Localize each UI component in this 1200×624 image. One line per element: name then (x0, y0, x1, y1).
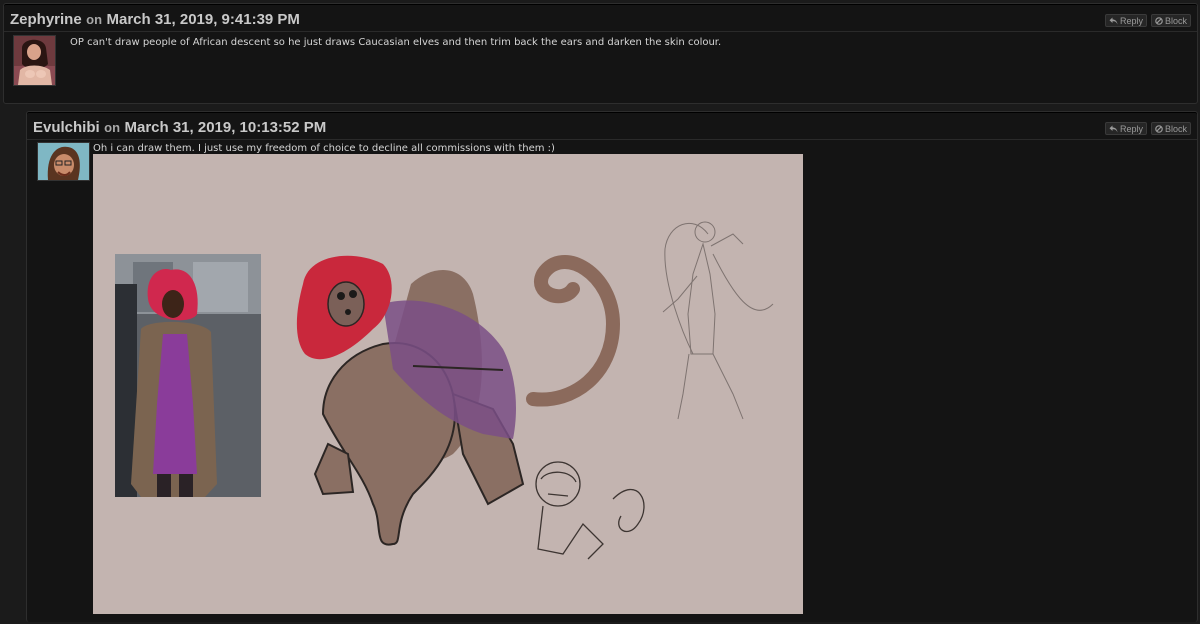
avatar[interactable] (37, 142, 90, 181)
block-circle-icon (1155, 124, 1163, 133)
reply-arrow-icon (1109, 17, 1118, 24)
post-meta: Zephyrine on March 31, 2019, 9:41:39 PM (10, 11, 300, 29)
post-zephyrine: Zephyrine on March 31, 2019, 9:41:39 PM … (3, 3, 1198, 104)
post-header: Evulchibi on March 31, 2019, 10:13:52 PM… (27, 112, 1197, 140)
post-date: March 31, 2019, 9:41:39 PM (106, 11, 300, 28)
post-body: OP can't draw people of African descent … (70, 37, 722, 48)
block-circle-icon (1155, 16, 1163, 25)
reply-button[interactable]: Reply (1104, 14, 1147, 27)
reply-button[interactable]: Reply (1104, 122, 1147, 135)
reply-label: Reply (1119, 123, 1143, 134)
post-actions: Reply Block (1104, 122, 1191, 135)
on-label: on (104, 120, 121, 135)
reply-arrow-icon (1109, 125, 1118, 132)
on-label: on (86, 12, 103, 27)
author-name[interactable]: Zephyrine (10, 11, 82, 28)
attached-sketch-image[interactable] (93, 154, 803, 614)
block-button[interactable]: Block (1150, 14, 1191, 27)
post-header: Zephyrine on March 31, 2019, 9:41:39 PM … (4, 4, 1197, 32)
reply-label: Reply (1119, 15, 1143, 26)
block-label: Block (1164, 123, 1187, 134)
block-label: Block (1164, 15, 1187, 26)
post-actions: Reply Block (1104, 14, 1191, 27)
post-date: March 31, 2019, 10:13:52 PM (124, 119, 327, 136)
post-body: Oh i can draw them. I just use my freedo… (93, 143, 555, 154)
post-meta: Evulchibi on March 31, 2019, 10:13:52 PM (33, 119, 326, 137)
post-evulchibi: Evulchibi on March 31, 2019, 10:13:52 PM… (26, 111, 1198, 622)
reference-photo (115, 254, 261, 497)
avatar[interactable] (13, 35, 56, 86)
author-name[interactable]: Evulchibi (33, 119, 100, 136)
block-button[interactable]: Block (1150, 122, 1191, 135)
